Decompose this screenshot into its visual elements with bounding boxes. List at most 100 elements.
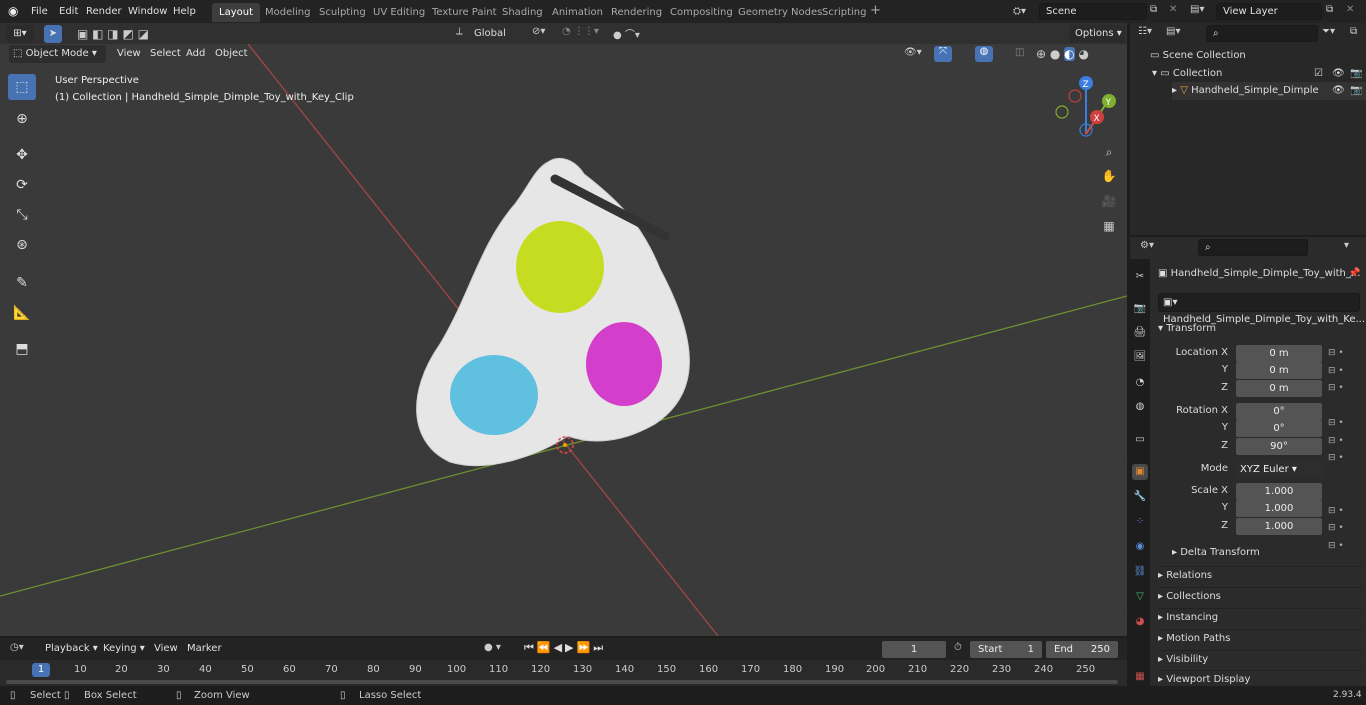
playback-controls[interactable]: ⏮⏪◀▶⏩⏭ — [524, 641, 628, 655]
tab-rendering[interactable]: Rendering — [604, 3, 669, 22]
rotation-x-field[interactable]: 0° — [1236, 403, 1322, 420]
menu-window[interactable]: Window — [123, 3, 172, 20]
collection-eye-icon[interactable]: 👁 — [1332, 65, 1345, 83]
camera-icon[interactable]: 🎥 — [1097, 190, 1121, 212]
collection-tab-icon[interactable]: ▭ — [1132, 432, 1148, 448]
view-layer-tab-icon[interactable]: 🖼 — [1132, 349, 1148, 365]
particles-tab-icon[interactable]: ⁘ — [1132, 514, 1148, 530]
tab-sculpting[interactable]: Sculpting — [312, 3, 373, 22]
select-mode-icons[interactable]: ▣ ◧ ◨ ◩ ◪ — [77, 26, 162, 42]
outliner-object[interactable]: ▸ ▽ Handheld_Simple_Dimple 👁 📷 — [1172, 82, 1366, 100]
tab-scripting[interactable]: Scripting — [815, 3, 873, 22]
pin-icon[interactable]: 📌 — [1348, 265, 1360, 283]
texture-tab-icon[interactable]: ▦ — [1132, 669, 1148, 685]
output-tab-icon[interactable]: 🖨 — [1132, 325, 1148, 341]
gizmo-toggle-icon[interactable]: ⤧ — [934, 46, 952, 62]
blender-logo-icon[interactable]: ◉ — [8, 4, 22, 18]
object-mode-dropdown[interactable]: ⬚ Object Mode ▾ — [9, 45, 106, 63]
snap-icon[interactable]: ◔ ⋮⋮▾ — [562, 26, 599, 37]
modifier-tab-icon[interactable]: 🔧 — [1132, 489, 1148, 505]
tab-texture-paint[interactable]: Texture Paint — [425, 3, 504, 22]
view-layer-icon[interactable]: ▤▾ — [1190, 4, 1204, 15]
constraints-tab-icon[interactable]: ⛓ — [1132, 564, 1148, 580]
timeline-keying-menu[interactable]: Keying ▾ — [98, 640, 150, 657]
current-frame-field[interactable]: 1 — [882, 641, 946, 658]
relations-panel-header[interactable]: ▸ Relations — [1158, 566, 1362, 584]
visibility-panel-header[interactable]: ▸ Visibility — [1158, 650, 1362, 668]
delete-scene-icon[interactable]: ✕ — [1169, 4, 1177, 15]
scale-x-field[interactable]: 1.000 — [1236, 483, 1322, 500]
motion-paths-panel-header[interactable]: ▸ Motion Paths — [1158, 629, 1362, 647]
menu-edit[interactable]: Edit — [54, 3, 83, 20]
properties-search-input[interactable]: ⌕ — [1198, 239, 1308, 256]
object-camera-icon[interactable]: 📷 — [1350, 82, 1362, 100]
tab-animation[interactable]: Animation — [545, 3, 610, 22]
collection-camera-icon[interactable]: 📷 — [1350, 65, 1362, 83]
scale-z-field[interactable]: 1.000 — [1236, 518, 1322, 535]
tab-uv-editing[interactable]: UV Editing — [366, 3, 432, 22]
render-tab-icon[interactable]: 📷 — [1132, 301, 1148, 317]
pivot-icon[interactable]: ⊘▾ — [532, 26, 545, 37]
tool-tab-icon[interactable]: ✂ — [1132, 269, 1148, 285]
world-tab-icon[interactable]: ◍ — [1132, 399, 1148, 415]
data-tab-icon[interactable]: ▽ — [1132, 589, 1148, 605]
overlay-toggle-icon[interactable]: ◍ — [975, 46, 993, 62]
timeline-editor-icon[interactable]: ◷▾ — [10, 642, 24, 653]
scene-field[interactable]: Scene — [1039, 3, 1147, 20]
lock-icons[interactable]: ⊟ • ⊟ • ⊟ • ⊟ • ⊟ • ⊟ • ⊟ • ⊟ • ⊟ • — [1328, 345, 1358, 551]
current-frame-marker[interactable]: 1 — [32, 663, 50, 677]
cursor-icon[interactable]: ⊕ — [8, 106, 36, 132]
filter-icon[interactable]: ⏷▾ — [1322, 26, 1335, 37]
timeline-playback-menu[interactable]: Playback ▾ — [40, 640, 103, 657]
rotation-z-field[interactable]: 90° — [1236, 438, 1322, 455]
pan-hand-icon[interactable]: ✋ — [1097, 165, 1121, 187]
zoom-icon[interactable]: ⌕ — [1097, 141, 1121, 163]
measure-icon[interactable]: 📐 — [8, 300, 36, 326]
viewport-menu-view[interactable]: View — [112, 45, 146, 62]
outliner-scene-collection[interactable]: ▭ Scene Collection — [1150, 47, 1246, 65]
tab-compositing[interactable]: Compositing — [663, 3, 740, 22]
outliner-search-input[interactable]: ⌕ — [1206, 25, 1318, 42]
outliner-display-icon[interactable]: ▤▾ — [1166, 26, 1180, 37]
new-collection-icon[interactable]: ⧉ — [1350, 26, 1357, 37]
location-x-field[interactable]: 0 m — [1236, 345, 1322, 362]
viewport-menu-add[interactable]: Add — [181, 45, 210, 62]
material-tab-icon[interactable]: ◕ — [1132, 614, 1148, 630]
add-cube-icon[interactable]: ⬒ — [8, 336, 36, 362]
proportional-icon[interactable]: ● ⌒▾ — [613, 26, 640, 41]
object-eye-icon[interactable]: 👁 — [1332, 82, 1345, 100]
outliner-collection[interactable]: ▾ ▭ Collection ☑ 👁 📷 — [1152, 65, 1366, 83]
ortho-grid-icon[interactable]: ▦ — [1097, 215, 1121, 237]
object-tab-icon[interactable]: ▣ — [1132, 464, 1148, 480]
orientation-dropdown[interactable]: Global — [474, 26, 524, 42]
start-frame-field[interactable]: Start 1 — [970, 641, 1042, 658]
shading-modes-icons[interactable]: ⊕ ● ◐ ◕ — [1036, 46, 1108, 62]
transform-panel-header[interactable]: ▾ Transform — [1158, 320, 1216, 338]
timeline-view-menu[interactable]: View — [149, 640, 183, 657]
timeline-marker-menu[interactable]: Marker — [182, 640, 227, 657]
scale-icon[interactable]: ⤡ — [8, 202, 36, 228]
xray-icon[interactable]: ◫ — [1015, 47, 1024, 58]
menu-file[interactable]: File — [26, 3, 53, 20]
add-workspace-icon[interactable]: + — [870, 4, 882, 18]
rotation-y-field[interactable]: 0° — [1236, 420, 1322, 437]
viewport-menu-select[interactable]: Select — [145, 45, 186, 62]
location-y-field[interactable]: 0 m — [1236, 362, 1322, 379]
scene-tab-icon[interactable]: ◔ — [1132, 375, 1148, 391]
tab-shading[interactable]: Shading — [495, 3, 550, 22]
editor-type-icon[interactable]: ⊞▾ — [6, 25, 34, 43]
options-dropdown[interactable]: Options ▾ — [1069, 25, 1125, 43]
delete-view-layer-icon[interactable]: ✕ — [1346, 4, 1354, 15]
scale-y-field[interactable]: 1.000 — [1236, 500, 1322, 517]
location-z-field[interactable]: 0 m — [1236, 380, 1322, 397]
select-box-icon[interactable]: ⬚ — [8, 74, 36, 100]
outliner-editor-icon[interactable]: ☷▾ — [1138, 26, 1152, 37]
new-scene-icon[interactable]: ⧉ — [1150, 4, 1157, 15]
collections-panel-header[interactable]: ▸ Collections — [1158, 587, 1362, 605]
end-frame-field[interactable]: End 250 — [1046, 641, 1118, 658]
view-layer-field[interactable]: View Layer — [1216, 3, 1322, 20]
annotate-icon[interactable]: ✎ — [8, 270, 36, 296]
delta-transform-header[interactable]: ▸ Delta Transform — [1172, 544, 1260, 562]
move-icon[interactable]: ✥ — [8, 142, 36, 168]
timer-icon[interactable]: ⏱ — [954, 642, 962, 653]
